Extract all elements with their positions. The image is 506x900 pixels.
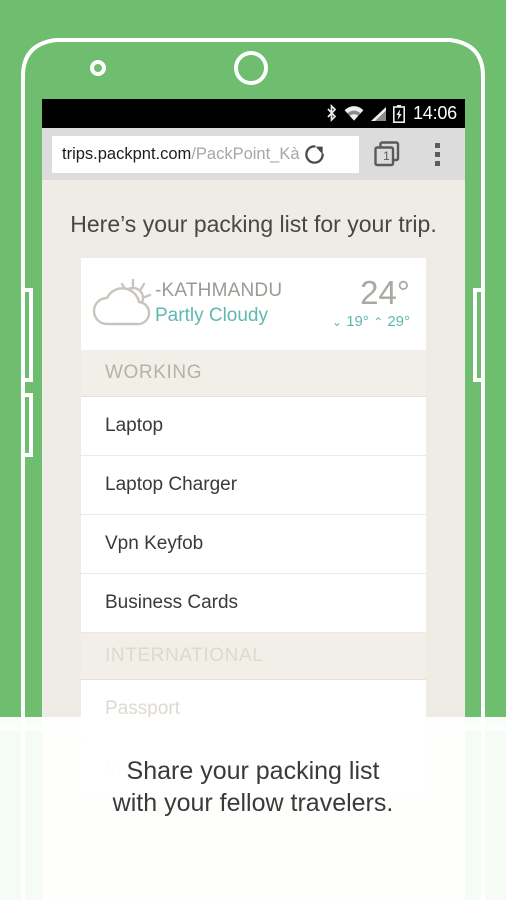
temperature-range: ⌄ 19° ⌃ 29°	[332, 311, 410, 333]
url-path: /PackPoint_Kà	[191, 144, 300, 163]
weather-condition: Partly Cloudy	[155, 305, 268, 326]
tab-count-label: 1	[383, 149, 390, 163]
page-title: Here’s your packing list for your trip.	[70, 211, 437, 237]
section-header-working: WORKING	[81, 350, 426, 397]
overflow-menu-icon	[434, 142, 440, 148]
weather-location-block: -KATHMANDU Partly Cloudy	[155, 279, 332, 329]
low-temperature: 19°	[346, 313, 369, 330]
reload-button[interactable]	[300, 136, 330, 173]
address-bar[interactable]: trips.packpnt.com/PackPoint_Kà	[52, 135, 359, 173]
battery-charging-icon	[392, 104, 405, 123]
cellular-signal-icon	[370, 106, 386, 121]
list-item[interactable]: Laptop Charger	[81, 456, 426, 515]
weather-card: -KATHMANDU Partly Cloudy 24° ⌄ 19° ⌃ 29°	[81, 258, 426, 350]
browser-toolbar: trips.packpnt.com/PackPoint_Kà 1	[42, 128, 465, 180]
weather-temperature-block: 24° ⌄ 19° ⌃ 29°	[332, 275, 410, 333]
list-item[interactable]: Laptop	[81, 397, 426, 456]
wifi-icon	[344, 105, 364, 120]
caption-overlay: Share your packing list with your fellow…	[0, 717, 506, 900]
overflow-menu-button[interactable]	[415, 128, 459, 180]
section-header-international: INTERNATIONAL	[81, 633, 426, 680]
list-item[interactable]: Business Cards	[81, 574, 426, 633]
reload-icon	[305, 144, 324, 164]
caption-line-1: Share your packing list	[126, 757, 380, 785]
front-camera-icon	[90, 60, 106, 76]
android-status-bar: 14:06	[42, 99, 465, 128]
url-host: trips.packpnt.com	[62, 144, 192, 163]
app-store-screenshot: 14:06 trips.packpnt.com/PackPoint_Kà 1 H…	[0, 0, 506, 900]
current-temperature: 24°	[360, 274, 410, 311]
caption-text: Share your packing list with your fellow…	[113, 755, 394, 819]
list-item[interactable]: Vpn Keyfob	[81, 515, 426, 574]
overflow-menu-icon-dot3	[434, 160, 440, 166]
earpiece-speaker-icon	[234, 51, 268, 85]
status-bar-clock: 14:06	[412, 103, 457, 123]
partly-cloudy-icon	[89, 276, 165, 332]
bluetooth-icon	[327, 104, 337, 123]
tab-switcher-button[interactable]: 1	[359, 128, 415, 180]
overflow-menu-icon-dot2	[434, 151, 440, 157]
high-temperature: 29°	[387, 313, 410, 330]
url-text: trips.packpnt.com/PackPoint_Kà	[62, 145, 300, 164]
caption-line-2: with your fellow travelers.	[112, 789, 394, 817]
high-temp-caret-icon: ⌃	[373, 315, 384, 329]
weather-city: -KATHMANDU	[155, 280, 283, 301]
low-temp-caret-icon: ⌄	[331, 315, 343, 329]
